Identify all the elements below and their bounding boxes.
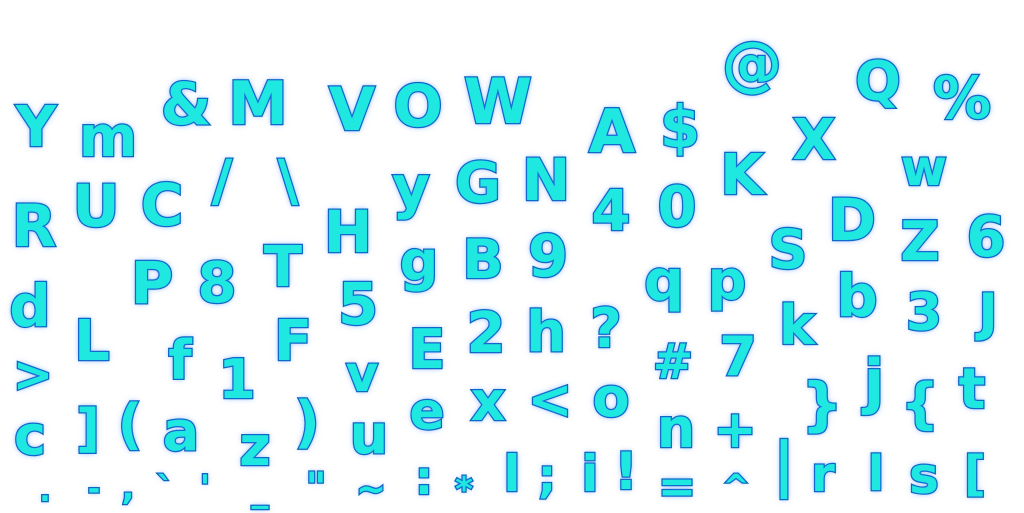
- glyph-lower-v: v: [344, 345, 379, 403]
- glyph-equals: =: [656, 459, 697, 513]
- glyph-exclaim: !: [613, 442, 639, 502]
- glyph-lower-m: m: [78, 105, 139, 170]
- glyph-lower-h: h: [525, 300, 567, 365]
- glyph-digit-3: 3: [905, 283, 944, 343]
- glyph-upper-w: W: [463, 65, 534, 138]
- glyph-upper-o: O: [392, 72, 444, 140]
- glyph-digit-2: 2: [465, 301, 506, 366]
- glyph-rparen: ): [293, 390, 321, 455]
- glyph-colon: :: [414, 451, 435, 505]
- glyph-digit-4: 4: [590, 179, 631, 244]
- glyph-hyphen: -: [86, 472, 101, 507]
- glyph-slash: /: [210, 149, 233, 214]
- glyph-period: .: [38, 474, 52, 509]
- glyph-less: <: [526, 368, 574, 431]
- glyph-dollar: $: [659, 93, 702, 161]
- glyph-greater: >: [12, 347, 55, 403]
- glyph-lower-s: s: [908, 447, 940, 505]
- glyph-digit-7: 7: [718, 325, 758, 388]
- glyph-question: ?: [589, 297, 623, 360]
- glyph-lower-f: f: [167, 329, 193, 392]
- glyph-lower-q: q: [643, 249, 686, 314]
- glyph-lower-j: j: [862, 347, 885, 417]
- glyph-lbrace: {: [900, 372, 941, 435]
- glyph-lower-i: i: [580, 445, 600, 503]
- glyph-digit-5: 5: [337, 270, 380, 338]
- glyph-upper-h: H: [322, 198, 373, 266]
- glyph-lower-r: r: [810, 447, 836, 503]
- glyph-upper-x: X: [791, 108, 837, 173]
- glyph-upper-c: C: [139, 171, 184, 239]
- glyph-lower-l: l: [502, 445, 522, 503]
- glyph-lower-t: t: [957, 357, 986, 422]
- glyph-lower-x: x: [469, 370, 506, 433]
- glyph-rbracket: ]: [75, 399, 101, 459]
- glyph-upper-j: J: [977, 283, 999, 343]
- glyph-lbracket: [: [963, 446, 987, 502]
- glyph-upper-t: T: [263, 235, 304, 300]
- glyph-caret: ^: [721, 467, 750, 505]
- glyph-lower-u: u: [349, 403, 390, 466]
- glyph-comma: ,: [120, 468, 135, 508]
- glyph-upper-u: U: [71, 172, 121, 240]
- glyph-upper-g: G: [454, 151, 502, 216]
- glyph-upper-p: P: [130, 249, 175, 317]
- glyph-pipe: |: [772, 430, 796, 500]
- glyph-upper-y: Y: [14, 95, 57, 160]
- glyph-upper-d: D: [827, 186, 878, 254]
- glyph-lower-o: o: [591, 366, 631, 429]
- glyph-lower-z: z: [238, 415, 272, 478]
- glyph-backtick: `: [155, 470, 175, 510]
- glyph-lower-l: l: [866, 446, 885, 502]
- glyph-upper-k: K: [719, 143, 765, 208]
- glyph-lower-c: c: [13, 404, 48, 467]
- glyph-lower-d: d: [8, 272, 52, 340]
- glyph-upper-q: Q: [854, 50, 902, 113]
- glyph-lower-n: n: [656, 397, 697, 460]
- glyph-lower-b: b: [835, 262, 879, 330]
- glyph-upper-r: R: [10, 192, 57, 260]
- glyph-percent: %: [932, 64, 993, 132]
- glyph-upper-l: L: [73, 309, 111, 374]
- glyph-upper-b: B: [461, 228, 505, 291]
- glyph-ampersand: &: [159, 70, 212, 138]
- glyph-quote: ": [304, 465, 327, 511]
- glyph-digit-0: 0: [656, 175, 697, 240]
- glyph-asterisk: *: [454, 470, 474, 510]
- glyph-digit-6: 6: [965, 205, 1006, 270]
- glyph-canvas: Ym & M V O W A $ @ X Q% R U C / \ y G N 4 0 Kw H D Z 6 P 8 Tg B 9 Sq p d 5…: [0, 0, 1024, 512]
- glyph-upper-s: S: [767, 218, 808, 281]
- glyph-semicolon: ;: [537, 449, 558, 503]
- glyph-hash: #: [652, 334, 695, 390]
- glyph-rbrace: }: [800, 370, 844, 438]
- glyph-underscore: _: [250, 470, 270, 510]
- glyph-apostrophe: ': [198, 468, 211, 508]
- glyph-tilde: ~: [355, 469, 388, 510]
- glyph-upper-f: F: [273, 309, 314, 374]
- glyph-upper-n: N: [520, 146, 571, 214]
- glyph-upper-e: E: [407, 318, 446, 381]
- glyph-digit-1: 1: [217, 348, 257, 411]
- glyph-lower-e: e: [408, 382, 446, 442]
- glyph-lparen: (: [116, 393, 143, 456]
- glyph-upper-z: Z: [899, 210, 941, 273]
- glyph-digit-8: 8: [196, 251, 237, 316]
- glyph-upper-v: V: [328, 75, 377, 145]
- glyph-backslash: \: [276, 149, 299, 214]
- glyph-digit-9: 9: [527, 222, 570, 290]
- glyph-lower-k: k: [778, 294, 816, 357]
- glyph-lower-g: g: [398, 230, 439, 293]
- glyph-at: @: [721, 29, 784, 99]
- glyph-upper-m: M: [227, 69, 289, 139]
- glyph-lower-y: y: [391, 153, 431, 221]
- glyph-lower-a: a: [162, 400, 201, 463]
- glyph-lower-w: w: [900, 139, 949, 197]
- glyph-plus: +: [712, 400, 758, 460]
- glyph-lower-p: p: [706, 249, 747, 312]
- glyph-upper-a: A: [588, 97, 637, 167]
